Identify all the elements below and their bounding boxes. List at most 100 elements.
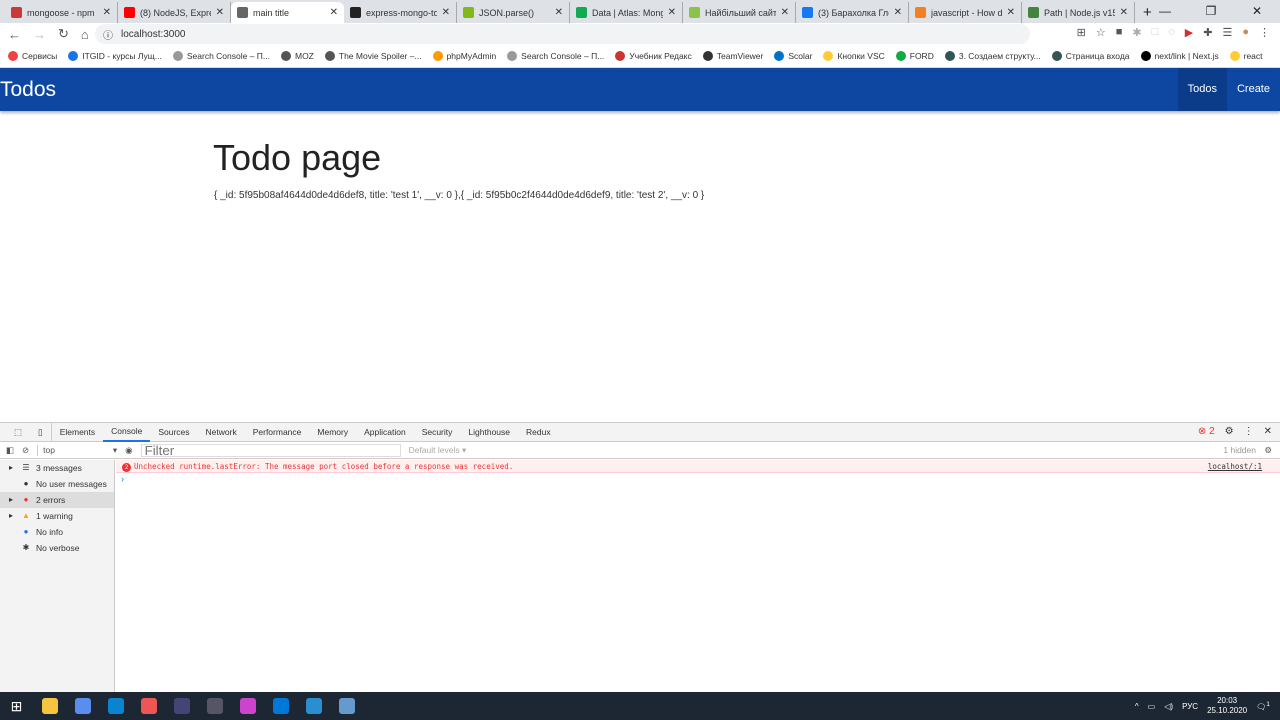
browser-tab[interactable]: Найбільший сайт о ✕ [683,2,796,23]
reload-icon[interactable]: ↻ [58,26,69,42]
error-source-link[interactable]: localhost/:1 [1208,460,1262,473]
sidebar-user-messages[interactable]: ● No user messages [0,476,114,492]
close-devtools-icon[interactable]: ✕ [1264,426,1272,437]
maximize-button[interactable]: ❐ [1188,0,1234,22]
taskbar-app-icon[interactable] [99,692,132,720]
eye-icon[interactable]: ◉ [125,445,132,456]
browser-tab[interactable]: javascript - How do ✕ [909,2,1022,23]
extension-icon[interactable]: ▶ [1185,26,1193,39]
sidebar-messages[interactable]: ▸ ☰ 3 messages [0,460,114,476]
bookmark-item[interactable]: Search Console – П... [172,51,270,62]
browser-tab[interactable]: mongoose - npm ✕ [5,2,118,23]
bookmark-item[interactable]: next/link | Next.js [1140,51,1219,62]
sidebar-verbose[interactable]: ✱ No verbose [0,540,114,556]
browser-tab[interactable]: main title ✕ [231,2,344,23]
devtools-tab-performance[interactable]: Performance [245,423,310,442]
browser-tab[interactable]: express-mongo-tod ✕ [344,2,457,23]
devtools-tab-console[interactable]: Console [103,423,151,442]
close-window-button[interactable]: ✕ [1234,0,1280,22]
extension-icon[interactable]: ■ [1116,26,1123,39]
close-tab-icon[interactable]: ✕ [894,7,902,18]
device-icon[interactable]: ▯ [30,422,52,442]
close-tab-icon[interactable]: ✕ [555,7,563,18]
volume-icon[interactable]: ◁) [1164,702,1173,711]
tray-chevron-icon[interactable]: ^ [1135,702,1139,711]
sidebar-errors[interactable]: ▸ ● 2 errors [0,492,114,508]
devtools-tab-sources[interactable]: Sources [150,423,197,442]
notifications-icon[interactable]: 🗨1 [1256,701,1270,712]
avatar[interactable]: ● [1242,26,1249,39]
close-tab-icon[interactable]: ✕ [668,7,676,18]
brand[interactable]: Todos [0,78,56,102]
devtools-tab-elements[interactable]: Elements [52,423,103,442]
devtools-tab-security[interactable]: Security [414,423,461,442]
reading-list-icon[interactable]: ☰ [1222,26,1232,39]
bookmark-item[interactable]: phpMyAdmin [432,51,496,62]
forward-icon[interactable]: → [33,27,46,42]
taskbar-app-icon[interactable] [198,692,231,720]
close-tab-icon[interactable]: ✕ [216,7,224,18]
menu-icon[interactable]: ⋮ [1259,26,1270,39]
devtools-tab-memory[interactable]: Memory [309,423,356,442]
bookmark-item[interactable]: Search Console – П... [507,51,604,62]
taskbar-app-icon[interactable] [165,692,198,720]
bookmark-item[interactable]: The Movie Spoiler –... [324,51,422,62]
close-tab-icon[interactable]: ✕ [103,7,111,18]
bookmark-item[interactable]: Учебник Редакс [615,51,692,62]
taskbar-app-icon[interactable] [33,692,66,720]
devtools-tab-application[interactable]: Application [356,423,414,442]
bookmark-item[interactable]: react [1229,51,1263,62]
bookmark-item[interactable]: Страница входа [1051,51,1130,62]
clock[interactable]: 20:03 25.10.2020 [1207,696,1247,716]
sidebar-info[interactable]: ● No info [0,524,114,540]
devtools-tab-redux[interactable]: Redux [518,423,559,442]
puzzle-icon[interactable]: ✚ [1203,26,1212,39]
nav-todos[interactable]: Todos [1177,68,1227,111]
address-bar[interactable]: ⓘ localhost:3000 [95,24,1030,44]
settings-icon[interactable]: ⚙ [1225,426,1234,437]
browser-tab[interactable]: (8) NodeJS, Express ✕ [118,2,231,23]
url-text[interactable]: localhost:3000 [121,29,186,40]
extension-icon[interactable]: ✱ [1132,26,1141,39]
language[interactable]: РУС [1182,702,1198,711]
error-count[interactable]: ⊗ 2 [1198,426,1215,437]
console-prompt[interactable]: › [121,474,124,484]
context-select[interactable]: top ▾ [37,444,117,456]
star-icon[interactable]: ☆ [1096,26,1106,39]
close-tab-icon[interactable]: ✕ [442,7,450,18]
taskbar-app-icon[interactable] [264,692,297,720]
translate-icon[interactable]: ⊞ [1077,26,1086,39]
browser-tab[interactable]: Path | Node.js v15.0 ✕ [1022,2,1135,23]
browser-tab[interactable]: Data | Atlas: Mongo ✕ [570,2,683,23]
sidebar-toggle-icon[interactable]: ◧ [6,445,14,456]
sidebar-warnings[interactable]: ▸ ▲ 1 warning [0,508,114,524]
taskbar-app-icon[interactable] [132,692,165,720]
bookmark-item[interactable]: Scolar [774,51,812,62]
close-tab-icon[interactable]: ✕ [1007,7,1015,18]
bookmark-item[interactable]: ITGID - курсы Лущ... [68,51,162,62]
nav-create[interactable]: Create [1227,68,1280,111]
minimize-button[interactable]: — [1142,0,1188,22]
bookmark-item[interactable]: TeamViewer [702,51,763,62]
bookmark-item[interactable]: MOZ [280,51,314,62]
home-icon[interactable]: ⌂ [81,27,89,42]
bookmark-item[interactable]: 3. Создаем структу... [944,51,1041,62]
taskbar-app-icon[interactable] [66,692,99,720]
taskbar-app-icon[interactable] [231,692,264,720]
clear-icon[interactable]: ⊘ [22,445,29,456]
browser-tab[interactable]: JSON.parse() ✕ [457,2,570,23]
bookmark-item[interactable]: FORD [895,51,934,62]
bookmark-item[interactable]: Сервисы [8,51,57,62]
extension-icon[interactable]: □ [1152,26,1159,39]
devtools-tab-lighthouse[interactable]: Lighthouse [460,423,518,442]
devtools-tab-network[interactable]: Network [198,423,245,442]
close-tab-icon[interactable]: ✕ [781,7,789,18]
levels-dropdown[interactable]: Default levels ▾ [409,445,467,456]
close-tab-icon[interactable]: ✕ [330,7,338,18]
network-icon[interactable]: ▭ [1148,702,1156,711]
filter-input[interactable] [140,443,401,457]
back-icon[interactable]: ← [8,27,21,42]
extension-icon[interactable]: ◌ [1168,26,1175,39]
inspect-icon[interactable]: ⬚ [6,423,30,442]
taskbar-app-icon[interactable] [330,692,363,720]
